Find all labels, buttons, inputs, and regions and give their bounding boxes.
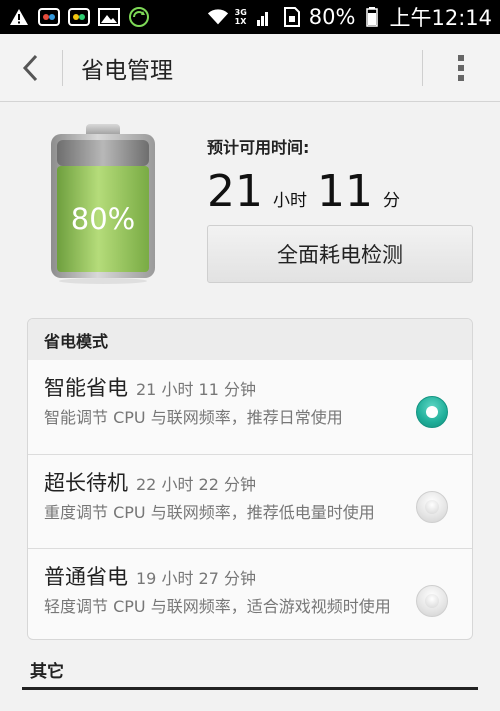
mode-item-normal[interactable]: 普通省电 19 小时 27 分钟 轻度调节 CPU 与联网频率，适合游戏视频时使… bbox=[28, 548, 472, 639]
estimate-hours: 21 bbox=[207, 166, 263, 217]
mode-radio-selected[interactable] bbox=[416, 396, 448, 428]
network-type: 3G 1X bbox=[235, 8, 247, 26]
mode-description: 智能调节 CPU 与联网频率，推荐日常使用 bbox=[44, 408, 343, 427]
full-power-check-button[interactable]: 全面耗电检测 bbox=[207, 225, 473, 283]
battery-icon bbox=[361, 6, 383, 28]
mode-item-long-standby[interactable]: 超长待机 22 小时 22 分钟 重度调节 CPU 与联网频率，推荐低电量时使用 bbox=[28, 454, 472, 548]
mode-radio[interactable] bbox=[416, 585, 448, 617]
battery-level-text: 80% bbox=[70, 202, 136, 236]
mode-time: 19 小时 27 分钟 bbox=[136, 569, 256, 588]
chevron-left-icon bbox=[22, 54, 38, 81]
mode-name: 智能省电 bbox=[44, 376, 128, 400]
power-mode-card: 省电模式 智能省电 21 小时 11 分钟 智能调节 CPU 与联网频率，推荐日… bbox=[27, 318, 473, 640]
network-3g-label: 3G bbox=[234, 8, 247, 17]
estimate-minutes-unit: 分 bbox=[383, 191, 400, 211]
action-bar: 省电管理 bbox=[0, 34, 500, 102]
battery-shadow bbox=[59, 278, 147, 284]
warning-icon bbox=[8, 6, 30, 28]
overflow-menu-button[interactable] bbox=[422, 34, 500, 102]
mode-name: 普通省电 bbox=[44, 565, 128, 589]
cloud-sync-icon bbox=[68, 6, 90, 28]
estimate-minutes: 11 bbox=[317, 166, 373, 217]
battery-percent: 80% bbox=[308, 5, 356, 29]
mode-description: 重度调节 CPU 与联网频率，推荐低电量时使用 bbox=[44, 503, 375, 522]
network-1x-label: 1X bbox=[234, 17, 247, 26]
mode-item-smart[interactable]: 智能省电 21 小时 11 分钟 智能调节 CPU 与联网频率，推荐日常使用 bbox=[28, 360, 472, 454]
battery-body: 80% bbox=[51, 134, 155, 278]
section-divider bbox=[22, 687, 478, 690]
sim-icon bbox=[281, 6, 303, 28]
mode-radio[interactable] bbox=[416, 491, 448, 523]
divider bbox=[62, 49, 63, 86]
battery-graphic: 80% bbox=[49, 124, 157, 284]
battery-empty-area bbox=[57, 140, 149, 166]
cloud-sync-icon bbox=[38, 6, 60, 28]
estimate-hours-unit: 小时 bbox=[273, 191, 307, 211]
more-vert-icon bbox=[458, 55, 464, 81]
page-title: 省电管理 bbox=[81, 57, 173, 84]
mode-time: 22 小时 22 分钟 bbox=[136, 475, 256, 494]
estimate-time: 21 小时 11 分 bbox=[207, 166, 410, 218]
wifi-icon bbox=[207, 6, 229, 28]
other-section-label: 其它 bbox=[30, 662, 64, 682]
estimate-label: 预计可用时间: bbox=[207, 138, 310, 157]
divider bbox=[422, 50, 423, 86]
image-icon bbox=[98, 6, 120, 28]
status-bar: 3G 1X 80% 上午12:14 bbox=[0, 0, 500, 34]
signal-icon bbox=[253, 6, 275, 28]
back-button[interactable] bbox=[0, 34, 62, 102]
mode-time: 21 小时 11 分钟 bbox=[136, 380, 256, 399]
clock: 上午12:14 bbox=[389, 6, 492, 30]
battery-level-fill: 80% bbox=[57, 166, 149, 272]
power-mode-header: 省电模式 bbox=[28, 319, 472, 360]
mode-name: 超长待机 bbox=[44, 471, 128, 495]
system-status: 3G 1X 80% 上午12:14 bbox=[207, 2, 492, 32]
notification-icons bbox=[8, 6, 150, 28]
mode-description: 轻度调节 CPU 与联网频率，适合游戏视频时使用 bbox=[44, 597, 391, 616]
refresh-icon bbox=[128, 6, 150, 28]
